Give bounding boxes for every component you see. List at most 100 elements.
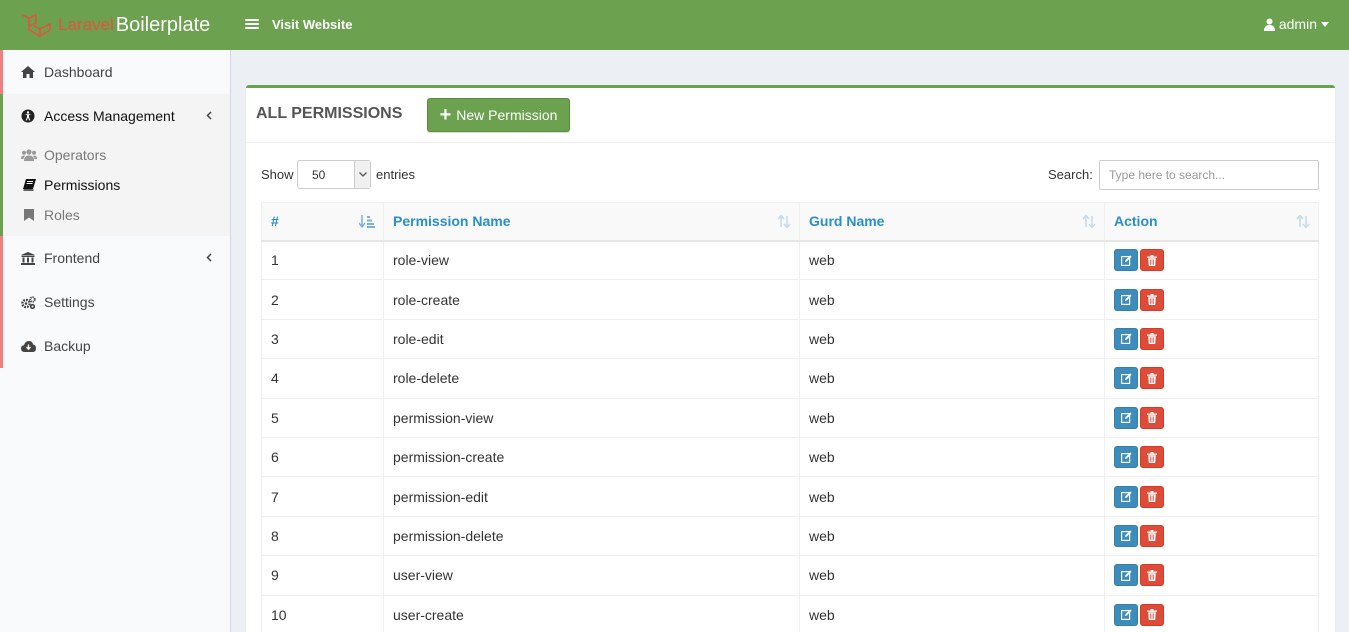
column-header-permission-name[interactable]: Permission Name bbox=[383, 202, 800, 242]
cell-actions bbox=[1104, 318, 1319, 360]
sidebar-item-dashboard[interactable]: Dashboard bbox=[0, 50, 230, 94]
delete-button[interactable] bbox=[1140, 603, 1164, 626]
table-row[interactable]: 8 permission-delete web bbox=[261, 515, 1319, 557]
delete-button[interactable] bbox=[1140, 288, 1164, 311]
cell-guard-name: web bbox=[799, 476, 1105, 517]
cell-permission-name: permission-edit bbox=[383, 476, 800, 517]
new-permission-button[interactable]: + New Permission bbox=[427, 98, 570, 132]
edit-button[interactable] bbox=[1114, 327, 1138, 350]
sort-ascending-icon bbox=[359, 215, 375, 228]
sidebar-item-backup[interactable]: Backup bbox=[0, 324, 230, 368]
table-row[interactable]: 7 permission-edit web bbox=[261, 476, 1319, 517]
sidebar-item-permissions[interactable]: Permissions bbox=[3, 170, 230, 200]
cell-id: 5 bbox=[261, 397, 384, 438]
cell-id: 10 bbox=[261, 594, 384, 632]
column-header-label: Action bbox=[1114, 213, 1158, 230]
cell-permission-name: permission-create bbox=[383, 436, 800, 478]
column-header-label: # bbox=[271, 213, 279, 230]
column-header-action[interactable]: Action bbox=[1104, 202, 1319, 242]
bank-icon bbox=[20, 251, 36, 265]
cell-id: 7 bbox=[261, 476, 384, 517]
cell-id: 6 bbox=[261, 436, 384, 478]
sidebar-item-operators[interactable]: Operators bbox=[3, 140, 230, 170]
edit-button[interactable] bbox=[1114, 485, 1138, 508]
cell-permission-name: user-create bbox=[383, 594, 800, 632]
edit-button[interactable] bbox=[1114, 446, 1138, 469]
brand-laravel: Laravel bbox=[58, 15, 114, 34]
cell-guard-name: web bbox=[799, 239, 1105, 281]
trash-icon bbox=[1147, 294, 1157, 306]
cell-permission-name: role-view bbox=[383, 239, 800, 281]
cell-guard-name: web bbox=[799, 358, 1105, 399]
trash-icon bbox=[1147, 491, 1157, 503]
trash-icon bbox=[1147, 333, 1157, 345]
delete-button[interactable] bbox=[1140, 446, 1164, 469]
delete-button[interactable] bbox=[1140, 327, 1164, 350]
cell-actions bbox=[1104, 436, 1319, 478]
sidebar: Dashboard Access Management Operators Pe… bbox=[0, 50, 231, 632]
app-logo[interactable]: Laravel Boilerplate bbox=[0, 0, 230, 50]
cell-id: 3 bbox=[261, 318, 384, 360]
table-row[interactable]: 9 user-view web bbox=[261, 555, 1319, 596]
search-input[interactable] bbox=[1099, 160, 1319, 190]
cell-actions bbox=[1104, 515, 1319, 557]
caret-down-icon bbox=[1321, 21, 1329, 27]
table-row[interactable]: 4 role-delete web bbox=[261, 358, 1319, 399]
home-icon bbox=[20, 66, 36, 78]
search-label: Search: bbox=[1048, 167, 1093, 182]
edit-button[interactable] bbox=[1114, 564, 1138, 587]
show-label: Show bbox=[261, 167, 294, 182]
trash-icon bbox=[1147, 372, 1157, 384]
table-row[interactable]: 3 role-edit web bbox=[261, 318, 1319, 360]
cell-id: 1 bbox=[261, 239, 384, 281]
edit-button[interactable] bbox=[1114, 249, 1138, 272]
entries-select[interactable]: 50 bbox=[297, 160, 371, 189]
sort-icon bbox=[1296, 215, 1310, 228]
sidebar-item-label: Backup bbox=[44, 338, 91, 354]
edit-button[interactable] bbox=[1114, 367, 1138, 390]
cell-guard-name: web bbox=[799, 436, 1105, 478]
delete-button[interactable] bbox=[1140, 406, 1164, 429]
table-body: 1 role-view web 2 role-create web 3 role-edit we… bbox=[261, 239, 1319, 632]
edit-icon bbox=[1120, 609, 1132, 621]
delete-button[interactable] bbox=[1140, 485, 1164, 508]
edit-button[interactable] bbox=[1114, 603, 1138, 626]
column-header-guard-name[interactable]: Gurd Name bbox=[799, 202, 1105, 242]
table-row[interactable]: 10 user-create web bbox=[261, 594, 1319, 632]
edit-button[interactable] bbox=[1114, 524, 1138, 547]
sidebar-item-settings[interactable]: Settings bbox=[0, 280, 230, 324]
edit-icon bbox=[1120, 333, 1132, 345]
sidebar-item-roles[interactable]: Roles bbox=[3, 200, 230, 230]
table-row[interactable]: 1 role-view web bbox=[261, 239, 1319, 281]
cell-id: 2 bbox=[261, 279, 384, 320]
delete-button[interactable] bbox=[1140, 249, 1164, 272]
cell-actions bbox=[1104, 594, 1319, 632]
access-management-submenu: Operators Permissions Roles bbox=[0, 138, 230, 236]
chevron-left-icon bbox=[206, 111, 212, 120]
cell-actions bbox=[1104, 279, 1319, 320]
sidebar-item-access-management[interactable]: Access Management bbox=[0, 94, 230, 138]
top-navbar: Laravel Boilerplate Visit Website admin bbox=[0, 0, 1349, 50]
trash-icon bbox=[1147, 609, 1157, 621]
column-header-id[interactable]: # bbox=[261, 202, 384, 242]
cell-guard-name: web bbox=[799, 515, 1105, 557]
user-menu[interactable]: admin bbox=[1263, 16, 1329, 32]
delete-button[interactable] bbox=[1140, 524, 1164, 547]
delete-button[interactable] bbox=[1140, 367, 1164, 390]
table-row[interactable]: 5 permission-view web bbox=[261, 397, 1319, 438]
visit-website-link[interactable]: Visit Website bbox=[272, 17, 352, 32]
edit-button[interactable] bbox=[1114, 288, 1138, 311]
sidebar-toggle-icon[interactable] bbox=[245, 17, 259, 31]
sort-icon bbox=[777, 215, 791, 228]
trash-icon bbox=[1147, 412, 1157, 424]
new-permission-label: New Permission bbox=[456, 107, 558, 123]
table-row[interactable]: 6 permission-create web bbox=[261, 436, 1319, 478]
edit-button[interactable] bbox=[1114, 406, 1138, 429]
delete-button[interactable] bbox=[1140, 564, 1164, 587]
table-row[interactable]: 2 role-create web bbox=[261, 279, 1319, 320]
sidebar-item-frontend[interactable]: Frontend bbox=[0, 236, 230, 280]
entries-value: 50 bbox=[312, 168, 326, 182]
column-header-label: Permission Name bbox=[393, 213, 511, 230]
edit-icon bbox=[1120, 255, 1132, 266]
laravel-logo-icon bbox=[21, 13, 51, 37]
